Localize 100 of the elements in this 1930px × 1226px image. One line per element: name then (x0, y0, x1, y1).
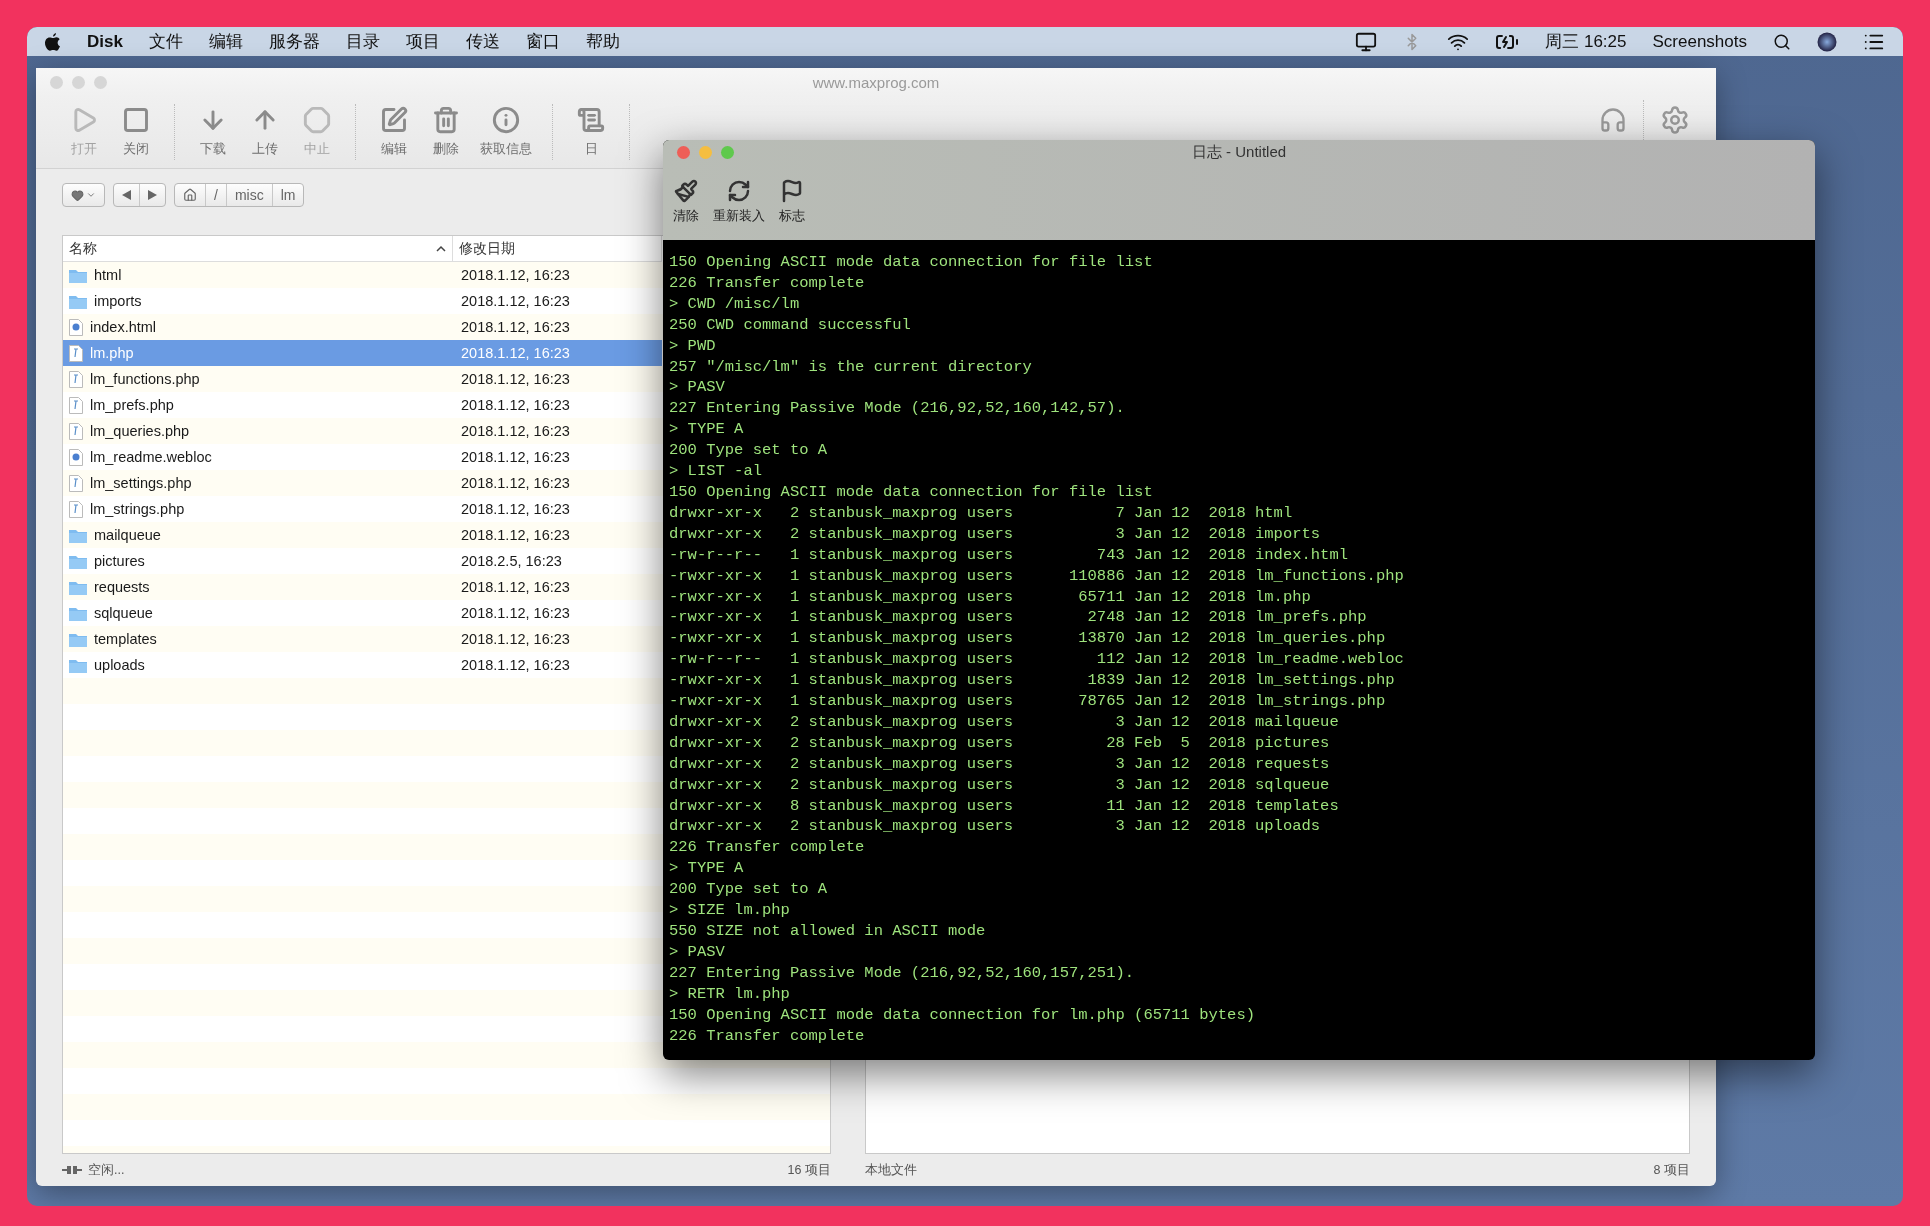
headset-icon[interactable] (1599, 106, 1627, 134)
file-row[interactable]: requests 2018.1.12, 16:23 (63, 574, 662, 600)
file-row[interactable]: html 2018.1.12, 16:23 (63, 262, 662, 288)
log-line: -rwxr-xr-x 1 stanbusk_maxprog users 13870 Jan 12 2018 lm_queries.php (669, 628, 1387, 650)
file-row[interactable]: imports 2018.1.12, 16:23 (63, 288, 662, 314)
log-line: drwxr-xr-x 2 stanbusk_maxprog users 28 Feb 5 2018 pictures (669, 732, 1331, 754)
log-line: > CWD /misc/lm (669, 293, 801, 315)
log-line: -rwxr-xr-x 1 stanbusk_maxprog users 1839 Jan 12 2018 lm_settings.php (669, 670, 1396, 692)
log-line: 257 "/misc/lm" is the current directory (669, 356, 1033, 378)
log-line: drwxr-xr-x 2 stanbusk_maxprog users 3 Jan 12 2018 sqlqueue (669, 774, 1331, 796)
menu-item[interactable]: 传送 (465, 30, 500, 53)
log-line: > LIST -al (669, 461, 763, 482)
toolbar-button[interactable]: 标志 (777, 179, 807, 225)
file-name: html (94, 267, 122, 283)
menu-item[interactable]: 服务器 (268, 30, 320, 53)
assistant-icon[interactable] (1817, 31, 1837, 52)
path-segment[interactable]: lm (272, 184, 304, 206)
file-name: imports (94, 293, 142, 309)
file-date: 2018.1.12, 16:23 (460, 605, 570, 621)
toolbar-button[interactable]: 编辑 (372, 106, 416, 158)
log-line: > SIZE lm.php (669, 900, 791, 921)
menu-item[interactable]: 帮助 (585, 30, 620, 53)
item-count: 8 项目 (1653, 1161, 1690, 1179)
folder-icon (69, 293, 87, 309)
menu-item[interactable]: 窗口 (525, 30, 560, 53)
log-line: drwxr-xr-x 2 stanbusk_maxprog users 7 Jan 12 2018 html (669, 502, 1294, 524)
file-row[interactable]: templates 2018.1.12, 16:23 (63, 626, 662, 652)
log-line: 200 Type set to A (669, 440, 829, 462)
file-row[interactable]: lm_strings.php 2018.1.12, 16:23 (63, 496, 662, 522)
file-name: lm.php (90, 345, 134, 361)
file-date: 2018.1.12, 16:23 (460, 319, 570, 335)
column-header[interactable]: 名称 (63, 236, 454, 261)
toolbar-button[interactable]: 上传 (243, 106, 287, 158)
settings-icon[interactable] (1660, 105, 1690, 135)
window-title: 日志 - Untitled (1191, 142, 1287, 162)
menu-item[interactable]: 文件 (148, 30, 183, 53)
file-date: 2018.1.12, 16:23 (460, 657, 570, 673)
back-icon (122, 190, 131, 200)
toolbar-button[interactable]: 重新装入 (711, 179, 767, 225)
folder-icon (69, 631, 87, 647)
column-header[interactable]: 修改日期 (453, 236, 662, 261)
file-date: 2018.1.12, 16:23 (460, 527, 570, 543)
file-row[interactable]: mailqueue 2018.1.12, 16:23 (63, 522, 662, 548)
php-document-icon (69, 396, 83, 414)
status-text: 空闲... (88, 1161, 125, 1179)
log-line: > TYPE A (669, 858, 745, 880)
file-row[interactable]: lm_queries.php 2018.1.12, 16:23 (63, 418, 662, 444)
toolbar-button[interactable]: 日 (569, 106, 613, 158)
file-row[interactable]: sqlqueue 2018.1.12, 16:23 (63, 600, 662, 626)
toolbar-button[interactable]: 获取信息 (476, 106, 536, 158)
menu-item[interactable]: 项目 (405, 30, 440, 53)
file-date: 2018.1.12, 16:23 (460, 449, 570, 465)
scroll-icon (577, 106, 605, 134)
toolbar-button[interactable]: 下载 (191, 106, 235, 158)
user-menu[interactable]: Screenshots (1652, 31, 1747, 52)
file-name: uploads (94, 657, 145, 673)
log-line: 150 Opening ASCII mode data connection for file list (669, 481, 1154, 503)
file-date: 2018.1.12, 16:23 (460, 267, 570, 283)
toolbar-button[interactable]: 删除 (424, 106, 468, 158)
log-line: 550 SIZE not allowed in ASCII mode (669, 921, 987, 942)
search-icon[interactable] (1773, 32, 1791, 51)
log-line: -rwxr-xr-x 1 stanbusk_maxprog users 110886 Jan 12 2018 lm_functions.php (669, 565, 1405, 587)
file-date: 2018.1.12, 16:23 (460, 631, 570, 647)
toolbar-button[interactable]: 清除 (671, 179, 701, 225)
path-segment[interactable]: misc (226, 184, 273, 206)
log-line: -rwxr-xr-x 1 stanbusk_maxprog users 65711 Jan 12 2018 lm.php (669, 586, 1312, 608)
menu-item[interactable]: 编辑 (208, 30, 243, 53)
file-row[interactable]: lm_settings.php 2018.1.12, 16:23 (63, 470, 662, 496)
path-segment[interactable]: / (206, 184, 227, 206)
file-name: templates (94, 631, 157, 647)
brush-icon (674, 179, 698, 203)
trash-icon (432, 106, 460, 134)
status-text: 本地文件 (864, 1161, 917, 1179)
web-document-icon (69, 318, 83, 336)
toolbar-button[interactable]: 关闭 (114, 106, 158, 158)
apple-logo-icon[interactable] (45, 32, 61, 51)
file-name: lm_queries.php (90, 423, 190, 439)
folder-icon (69, 527, 87, 543)
folder-icon (69, 605, 87, 621)
folder-icon (69, 579, 87, 595)
display-icon[interactable] (1355, 30, 1378, 53)
log-line: -rw-r--r-- 1 stanbusk_maxprog users 112 Jan 12 2018 lm_readme.webloc (669, 649, 1405, 671)
clock[interactable]: 周三 16:25 (1545, 30, 1627, 53)
log-line: 226 Transfer complete (669, 272, 866, 294)
file-row[interactable]: lm_readme.webloc 2018.1.12, 16:23 (63, 444, 662, 470)
menu-item[interactable]: 目录 (345, 30, 380, 53)
file-row[interactable]: lm_functions.php 2018.1.12, 16:23 (63, 366, 662, 392)
log-line: drwxr-xr-x 2 stanbusk_maxprog users 3 Jan 12 2018 requests (669, 753, 1331, 775)
file-row[interactable]: uploads 2018.1.12, 16:23 (63, 652, 662, 678)
file-row[interactable]: index.html 2018.1.12, 16:23 (63, 314, 662, 340)
app-menu[interactable]: Disk (87, 31, 123, 52)
window-title: www.maxprog.com (812, 73, 940, 91)
folder-icon (69, 553, 87, 569)
log-line: > PWD (669, 335, 717, 357)
log-line: 226 Transfer complete (669, 1025, 866, 1047)
file-date: 2018.1.12, 16:23 (460, 423, 570, 439)
file-date: 2018.1.12, 16:23 (460, 579, 570, 595)
file-row[interactable]: lm_prefs.php 2018.1.12, 16:23 (63, 392, 662, 418)
octagon-icon (303, 106, 331, 134)
file-row[interactable]: pictures 2018.2.5, 16:23 (63, 548, 662, 574)
